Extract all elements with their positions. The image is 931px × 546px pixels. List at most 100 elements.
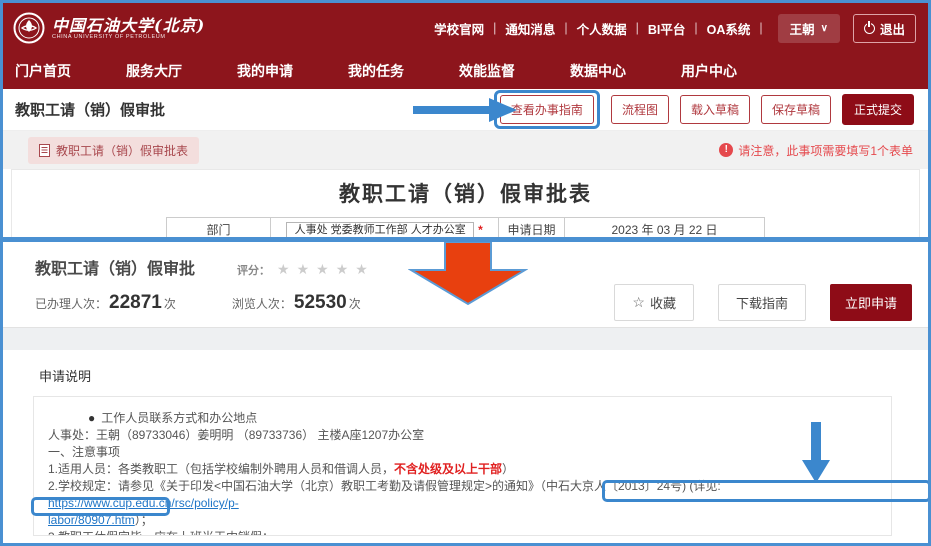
user-name: 王朝 <box>790 19 815 38</box>
view-guide-button[interactable]: 查看办事指南 <box>500 95 594 124</box>
bullet-icon: ● <box>88 411 95 425</box>
bullet-text: 工作人员联系方式和办公地点 <box>101 411 257 425</box>
logo-text-en: CHINA UNIVERSITY OF PETROLEUM <box>52 34 205 40</box>
policy-link-line-1[interactable]: https://www.cup.edu.cn/rsc/policy/p- <box>48 496 239 510</box>
note-1-highlight: 不含处级及以上干部 <box>394 462 502 476</box>
instructions-box: ● 工作人员联系方式和办公地点 人事处：王朝（89733046）姜明明 （8973… <box>33 396 892 536</box>
screenshot-root: 中国石油大学(北京) CHINA UNIVERSITY OF PETROLEUM… <box>0 0 931 546</box>
note-2-line-2: labor/80907.htm）； <box>48 512 883 529</box>
chevron-down-icon: ∨ <box>821 23 828 34</box>
apply-now-button[interactable]: 立即申请 <box>830 284 912 321</box>
date-value: 2023 年 03 月 22 日 <box>565 217 765 237</box>
link-separator: | <box>493 21 496 35</box>
note-1-text: 1.适用人员：各类教职工（包括学校编制外聘用人员和借调人员， <box>48 462 394 476</box>
handled-label: 已办理人次： <box>35 295 107 312</box>
save-draft-button[interactable]: 保存草稿 <box>761 95 831 124</box>
section-gap <box>3 328 928 350</box>
page-toolbar: 教职工请（销）假审批 查看办事指南 流程图 载入草稿 保存草稿 正式提交 <box>3 89 928 131</box>
logout-label: 退出 <box>880 19 905 38</box>
form-first-row: 部门 人事处 党委教师工作部 人才办公室 * 申请日期 2023 年 03 月 … <box>12 217 919 237</box>
nav-item-service-hall[interactable]: 服务大厅 <box>126 61 182 89</box>
site-header: 中国石油大学(北京) CHINA UNIVERSITY OF PETROLEUM… <box>3 3 928 89</box>
note-2-text: 2.学校规定：请参见《关于印发<中国石油大学（北京）教职工考勤及请假管理规定>的… <box>48 479 721 493</box>
notes-title: 一、注意事项 <box>48 444 883 461</box>
star-outline-icon: ☆ <box>632 294 645 311</box>
rating-star-4[interactable]: ★ <box>336 261 349 278</box>
tab-label: 教职工请（销）假审批表 <box>56 142 188 159</box>
views-label: 浏览人次： <box>232 295 292 312</box>
dept-label: 部门 <box>166 217 271 237</box>
nav-item-my-applications[interactable]: 我的申请 <box>237 61 293 89</box>
tab-leave-form[interactable]: 教职工请（销）假审批表 <box>28 137 199 164</box>
approval-form: 教职工请（销）假审批表 部门 人事处 党委教师工作部 人才办公室 * 申请日期 … <box>11 169 920 237</box>
service-panel: 教职工请（销）假审批 评分： ★ ★ ★ ★ ★ 已办理人次： 22871 次 … <box>3 242 928 543</box>
link-bi-platform[interactable]: BI平台 <box>648 19 686 38</box>
link-separator: | <box>694 21 697 35</box>
page-title: 教职工请（销）假审批 <box>15 99 165 120</box>
exclamation-icon: ! <box>719 143 733 157</box>
dept-input[interactable]: 人事处 党委教师工作部 人才办公室 <box>286 222 474 238</box>
load-draft-button[interactable]: 载入草稿 <box>680 95 750 124</box>
note-2-line-1: 2.学校规定：请参见《关于印发<中国石油大学（北京）教职工考勤及请假管理规定>的… <box>48 478 883 512</box>
service-title-row: 教职工请（销）假审批 评分： ★ ★ ★ ★ ★ <box>35 255 928 279</box>
rating-star-2[interactable]: ★ <box>297 261 310 278</box>
favorite-button[interactable]: ☆ 收藏 <box>614 284 694 321</box>
date-label: 申请日期 <box>499 217 565 237</box>
link-separator: | <box>564 21 567 35</box>
link-notifications[interactable]: 通知消息 <box>505 19 555 38</box>
contact-line: 人事处：王朝（89733046）姜明明 （89733736） 主楼A座1207办… <box>48 427 883 444</box>
note-1-suffix: ） <box>502 462 514 476</box>
nav-item-home[interactable]: 门户首页 <box>15 61 71 89</box>
rating-star-3[interactable]: ★ <box>316 261 329 278</box>
contact-section-title: ● 工作人员联系方式和办公地点 <box>48 410 883 427</box>
note-3: 3.教职工休假完毕，应在上班当天内销假； <box>48 529 883 536</box>
toolbar-buttons: 查看办事指南 流程图 载入草稿 保存草稿 正式提交 <box>494 90 914 129</box>
university-logo: 中国石油大学(北京) CHINA UNIVERSITY OF PETROLEUM <box>13 12 205 44</box>
submit-button[interactable]: 正式提交 <box>842 94 914 125</box>
note-1: 1.适用人员：各类教职工（包括学校编制外聘用人员和借调人员，不含处级及以上干部） <box>48 461 883 478</box>
university-logo-emblem <box>13 12 45 44</box>
logo-text-cn: 中国石油大学(北京) <box>52 17 205 34</box>
required-asterisk: * <box>478 218 483 237</box>
header-quick-links: 学校官网 | 通知消息 | 个人数据 | BI平台 | OA系统 | 王朝 ∨ <box>434 14 916 43</box>
header-top-row: 中国石油大学(北京) CHINA UNIVERSITY OF PETROLEUM… <box>3 3 928 51</box>
nav-item-my-tasks[interactable]: 我的任务 <box>348 61 404 89</box>
rating-star-5[interactable]: ★ <box>355 261 368 278</box>
service-action-buttons: ☆ 收藏 下载指南 立即申请 <box>614 284 912 321</box>
flow-chart-button[interactable]: 流程图 <box>611 95 669 124</box>
application-instructions: 申请说明 ● 工作人员联系方式和办公地点 人事处：王朝（89733046）姜明明 … <box>3 350 928 543</box>
views-unit: 次 <box>349 295 361 312</box>
power-icon <box>864 23 875 34</box>
views-count: 52530 <box>294 292 347 314</box>
nav-item-user-center[interactable]: 用户中心 <box>681 61 737 89</box>
form-count-notice: ! 请注意，此事项需要填写1个表单 <box>719 142 913 159</box>
note-2-suffix: ）； <box>135 513 153 527</box>
form-title: 教职工请（销）假审批表 <box>12 178 919 208</box>
annotation-box-guide-button: 查看办事指南 <box>494 90 600 129</box>
link-school-site[interactable]: 学校官网 <box>434 19 484 38</box>
portal-panel: 中国石油大学(北京) CHINA UNIVERSITY OF PETROLEUM… <box>3 3 928 237</box>
link-oa-system[interactable]: OA系统 <box>707 19 751 38</box>
download-guide-button[interactable]: 下载指南 <box>718 284 806 321</box>
rating-star-1[interactable]: ★ <box>277 261 290 278</box>
views-group: 浏览人次： 52530 次 <box>232 292 361 314</box>
link-separator: | <box>759 21 762 35</box>
service-summary-card: 教职工请（销）假审批 评分： ★ ★ ★ ★ ★ 已办理人次： 22871 次 … <box>3 242 928 328</box>
notice-text: 请注意，此事项需要填写1个表单 <box>738 142 913 159</box>
service-title: 教职工请（销）假审批 <box>35 255 195 279</box>
user-menu-button[interactable]: 王朝 ∨ <box>778 14 840 43</box>
main-navigation: 门户首页 服务大厅 我的申请 我的任务 效能监督 数据中心 用户中心 <box>3 51 928 89</box>
document-icon <box>39 144 50 157</box>
dept-cell: 人事处 党委教师工作部 人才办公室 * <box>271 217 499 237</box>
link-personal-data[interactable]: 个人数据 <box>577 19 627 38</box>
logout-button[interactable]: 退出 <box>853 14 916 43</box>
policy-link-line-2[interactable]: labor/80907.htm <box>48 513 135 527</box>
favorite-label: 收藏 <box>650 293 676 312</box>
instructions-heading: 申请说明 <box>3 350 928 385</box>
nav-item-data-center[interactable]: 数据中心 <box>570 61 626 89</box>
nav-item-efficiency[interactable]: 效能监督 <box>459 61 515 89</box>
form-tab-strip: 教职工请（销）假审批表 ! 请注意，此事项需要填写1个表单 <box>3 131 928 169</box>
link-separator: | <box>636 21 639 35</box>
rating-label: 评分： <box>237 262 270 278</box>
university-logo-text: 中国石油大学(北京) CHINA UNIVERSITY OF PETROLEUM <box>52 17 205 40</box>
